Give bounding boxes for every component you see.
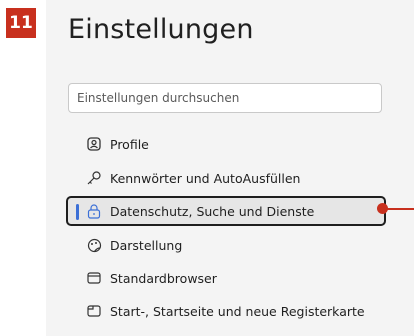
- settings-search-input[interactable]: [68, 83, 382, 113]
- sidebar-item-label: Standardbrowser: [110, 270, 217, 286]
- key-icon: [86, 170, 102, 186]
- callout-marker: [377, 203, 388, 214]
- sidebar-item-label: Datenschutz, Suche und Dienste: [110, 203, 315, 219]
- step-number-badge: 11: [6, 8, 36, 38]
- browser-icon: [86, 270, 102, 286]
- profile-icon: [86, 136, 102, 152]
- sidebar-item-label: Darstellung: [110, 237, 183, 253]
- sidebar-item-start-page[interactable]: Start-, Startseite und neue Registerkart…: [66, 296, 386, 326]
- sidebar-item-passwords[interactable]: Kennwörter und AutoAusfüllen: [66, 163, 386, 193]
- appearance-icon: [86, 237, 102, 253]
- sidebar-item-label: Start-, Startseite und neue Registerkart…: [110, 303, 365, 319]
- lock-icon: [86, 203, 102, 219]
- sidebar-item-privacy[interactable]: Datenschutz, Suche und Dienste: [66, 196, 386, 226]
- sidebar-item-label: Kennwörter und AutoAusfüllen: [110, 170, 301, 186]
- tab-icon: [86, 303, 102, 319]
- callout-line: [386, 208, 414, 210]
- page-title: Einstellungen: [68, 14, 254, 45]
- sidebar-item-label: Profile: [110, 136, 149, 152]
- sidebar-item-profile[interactable]: Profile: [66, 129, 386, 159]
- selection-indicator: [76, 204, 79, 220]
- sidebar-item-default-browser[interactable]: Standardbrowser: [66, 263, 386, 293]
- sidebar-item-appearance[interactable]: Darstellung: [66, 230, 386, 260]
